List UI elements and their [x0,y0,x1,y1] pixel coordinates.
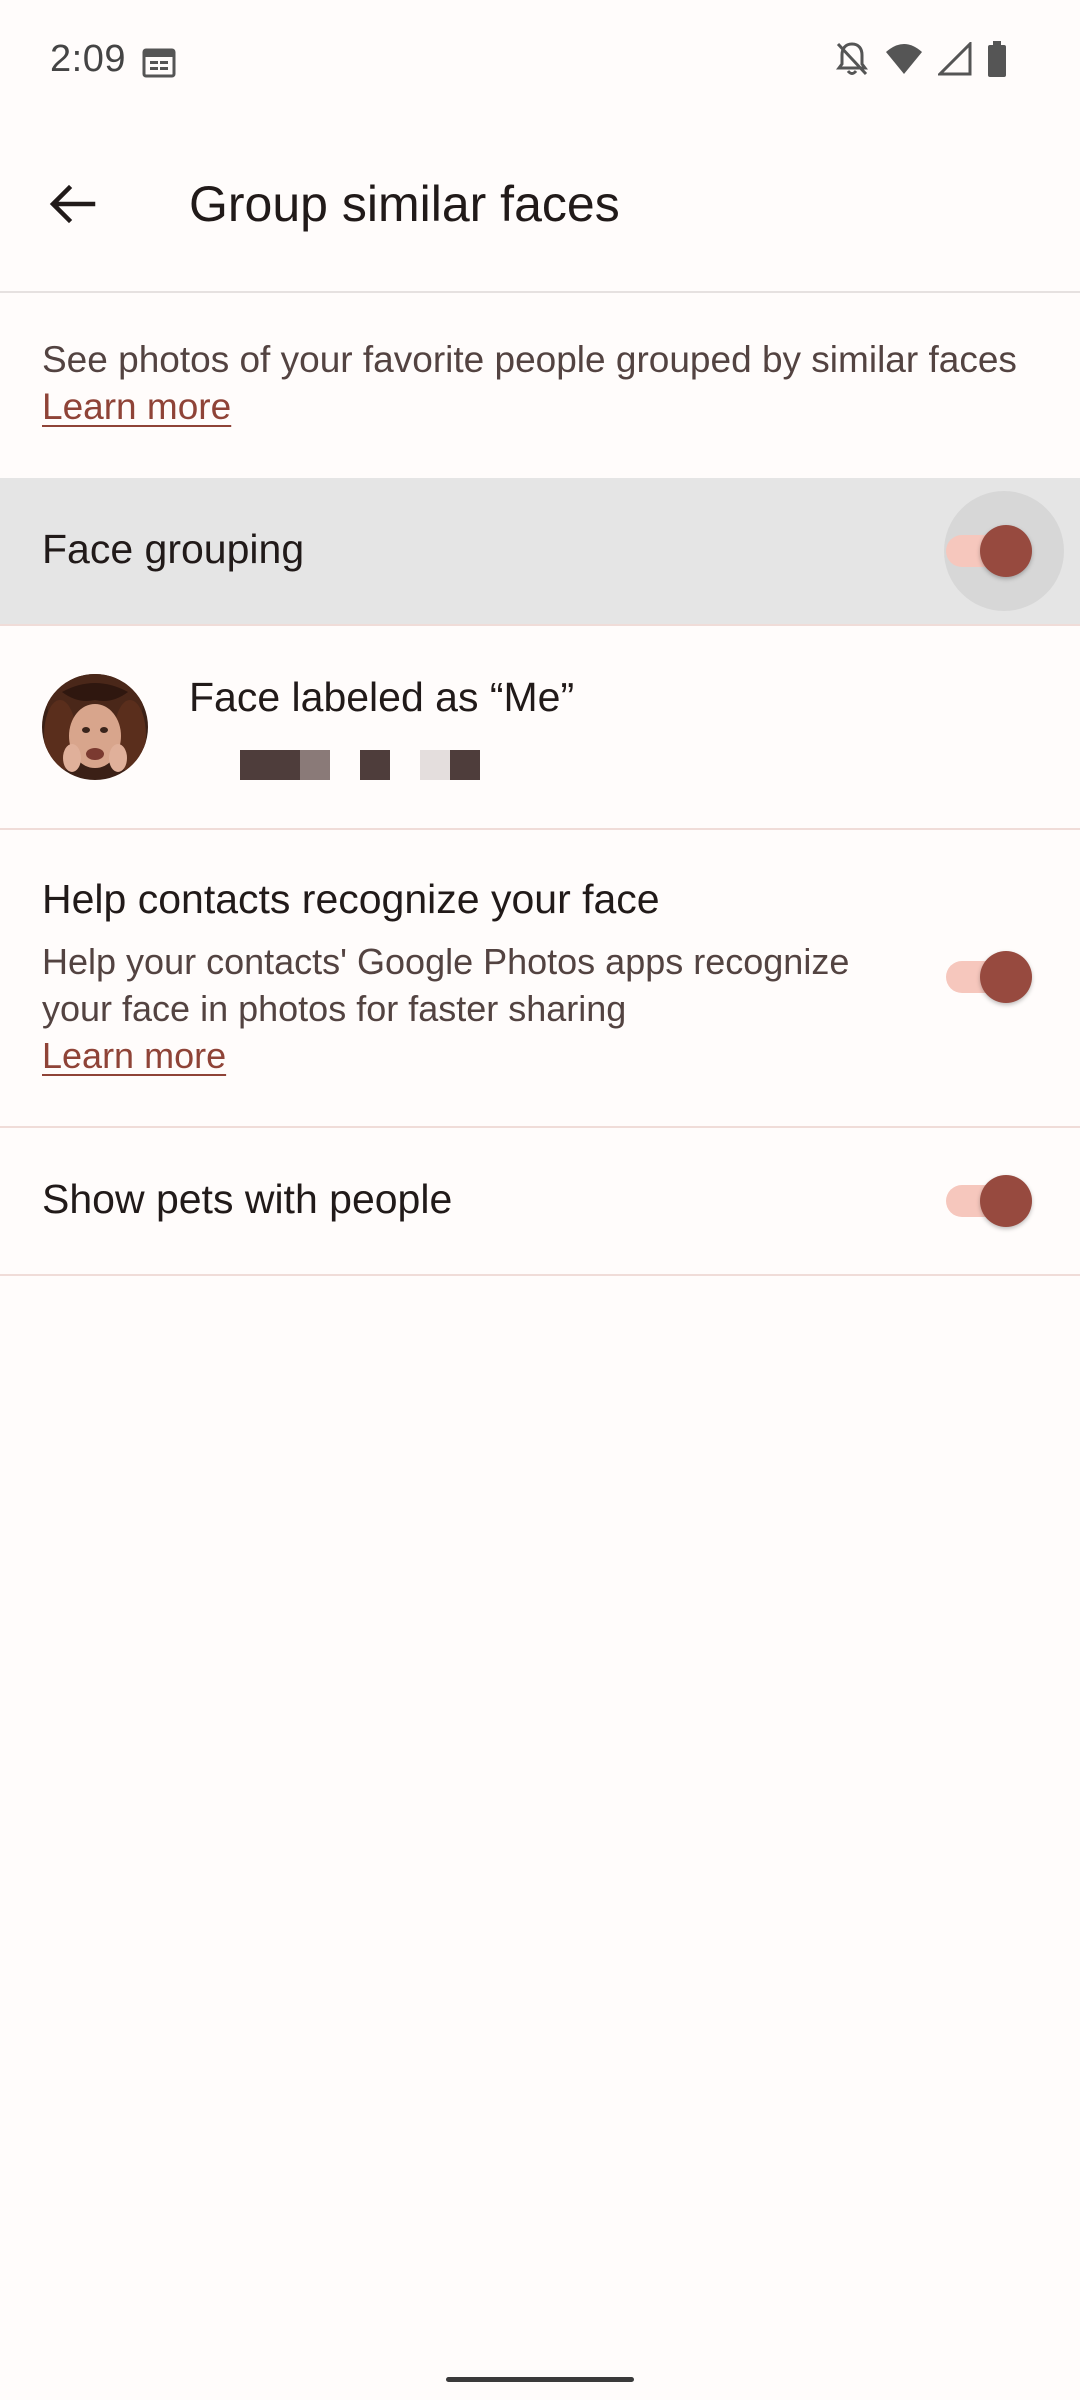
help-contacts-row[interactable]: Help contacts recognize your face Help y… [0,830,1080,1128]
face-thumbnail [42,674,148,780]
toggle-thumb [980,525,1032,577]
back-button[interactable] [36,167,110,241]
app-bar: Group similar faces [0,125,1080,293]
status-bar: 2:09 [0,0,1080,125]
face-me-label: Face labeled as “Me” [189,674,575,720]
status-time: 2:09 [50,38,126,80]
gesture-nav-handle[interactable] [446,2377,634,2382]
help-contacts-description: Help your contacts' Google Photos apps r… [42,938,902,1079]
face-grouping-row[interactable]: Face grouping [0,478,1080,626]
avatar [42,674,148,780]
face-me-row[interactable]: Face labeled as “Me” [0,626,1080,830]
learn-more-link[interactable]: Learn more [42,386,231,427]
signal-icon [938,42,972,76]
face-grouping-toggle[interactable] [944,491,1064,611]
calendar-icon [142,48,176,78]
pets-label: Show pets with people [42,1176,453,1222]
description-text: See photos of your favorite people group… [42,339,1017,380]
page-title: Group similar faces [189,176,620,232]
description: See photos of your favorite people group… [42,336,1022,430]
face-grouping-label: Face grouping [42,526,305,572]
help-contacts-text: Help your contacts' Google Photos apps r… [42,941,850,1029]
pets-row[interactable]: Show pets with people [0,1128,1080,1276]
battery-icon [988,41,1006,77]
wifi-icon [886,44,922,74]
screen: 2:09 Group similar faces See photos of y… [0,0,1080,2400]
toggle-thumb [980,1175,1032,1227]
help-contacts-title: Help contacts recognize your face [42,876,660,922]
status-icons [834,40,1008,78]
redacted-bar [240,750,480,780]
pets-toggle[interactable] [946,1171,1036,1231]
arrow-back-icon [49,184,96,224]
help-learn-more-link[interactable]: Learn more [42,1035,226,1076]
notifications-off-icon [836,42,868,76]
toggle-thumb [980,951,1032,1003]
help-contacts-toggle[interactable] [946,947,1036,1007]
